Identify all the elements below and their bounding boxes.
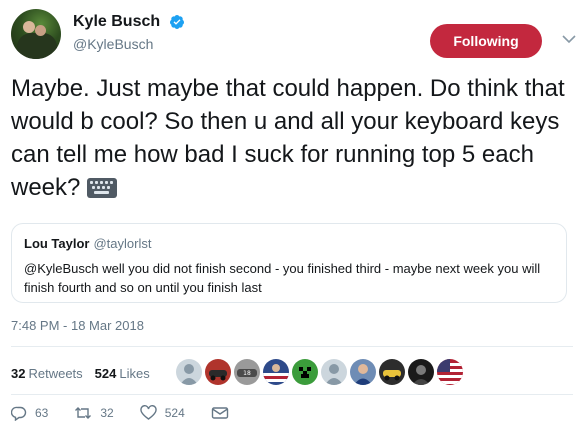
reply-icon [11,406,27,421]
default-avatar-icon [325,364,343,385]
author-name-block: Kyle Busch @KyleBusch [73,13,185,52]
flag-avatar-icon [437,359,463,384]
retweets-stat[interactable]: 32 Retweets [11,366,83,381]
like-action[interactable]: 524 [140,405,185,421]
retweet-icon [75,407,92,419]
engagement-stats: 32 Retweets 524 Likes [11,358,162,388]
car-avatar-icon [383,370,401,381]
flag-avatar-icon [263,364,289,382]
liker-avatars: 18 [176,359,466,385]
liker-avatar[interactable] [350,359,376,385]
likes-label: Likes [119,365,150,381]
liker-avatar[interactable]: 18 [234,359,260,385]
liker-avatar[interactable] [437,359,463,385]
person-avatar-icon [354,364,372,385]
likes-stat[interactable]: 524 Likes [95,366,150,381]
quoted-tweet[interactable]: Lou Taylor @taylorlst @KyleBusch well you… [11,223,567,303]
liker-avatar[interactable] [263,359,289,385]
avatar-figure [17,33,57,59]
svg-text:18: 18 [243,370,251,377]
tweet-timestamp[interactable]: 7:48 PM - 18 Mar 2018 [11,318,144,333]
avatar-face [35,25,46,36]
like-count: 524 [164,406,185,420]
retweet-count: 32 [100,406,114,420]
liker-avatar[interactable] [292,359,318,385]
author-handle[interactable]: @KyleBusch [73,36,185,52]
likes-count: 524 [94,365,117,381]
tweet-actions: 63 32 524 [11,405,263,421]
quoted-display-name: Lou Taylor [24,236,90,251]
creeper-avatar-icon [299,367,311,378]
retweets-count: 32 [11,365,26,381]
tweet-header: Kyle Busch @KyleBusch Following [11,9,584,61]
divider [11,346,573,347]
tweet-text: Maybe. Just maybe that could happen. Do … [11,72,571,204]
envelope-icon [211,407,228,419]
car-avatar-icon [209,370,227,381]
liker-avatar[interactable] [408,359,434,385]
reply-action[interactable]: 63 [11,405,48,421]
avatar-face [23,21,35,33]
heart-icon [140,405,157,420]
liker-avatar[interactable] [205,359,231,385]
quoted-text: @KyleBusch well you did not finish secon… [24,261,541,295]
quoted-handle: @taylorlst [93,236,152,251]
liker-avatar[interactable] [321,359,347,385]
retweet-action[interactable]: 32 [74,405,114,421]
direct-message-action[interactable] [211,405,237,421]
verified-badge-icon [169,15,184,29]
following-button[interactable]: Following [430,24,542,58]
author-display-name[interactable]: Kyle Busch [73,13,160,31]
car-avatar-icon: 18 [237,369,257,377]
liker-avatar[interactable] [379,359,405,385]
author-avatar[interactable] [11,9,61,59]
chevron-down-icon[interactable] [561,31,577,47]
person-avatar-icon [412,365,430,385]
retweets-label: Retweets [28,365,83,381]
liker-avatar[interactable] [176,359,202,385]
reply-count: 63 [35,406,49,420]
divider [11,394,573,395]
keyboard-emoji-icon [87,178,118,198]
default-avatar-icon [180,364,198,385]
